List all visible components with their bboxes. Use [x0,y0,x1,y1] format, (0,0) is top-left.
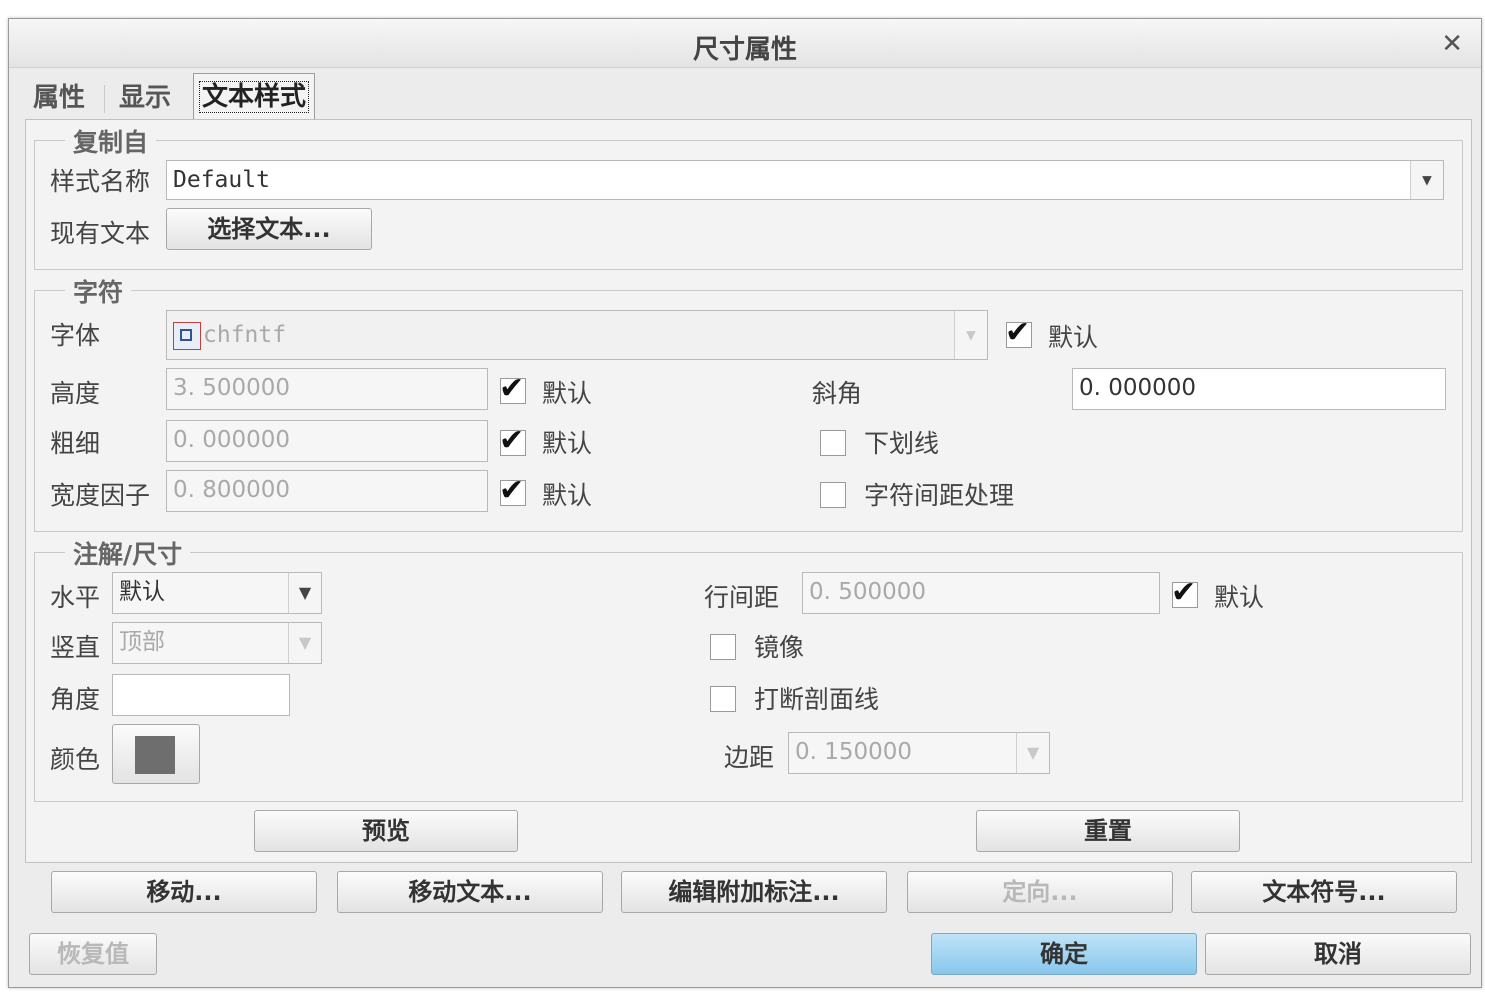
horizontal-value: 默认 [119,579,165,605]
color-button[interactable] [112,724,200,784]
thickness-label: 粗细 [50,429,101,458]
text-symbol-button[interactable]: 文本符号... [1191,871,1457,913]
tab-display[interactable]: 显示 [113,77,177,119]
kerning-checkbox[interactable] [820,482,846,508]
edit-attached-note-button[interactable]: 编辑附加标注... [621,871,887,913]
cancel-button[interactable]: 取消 [1205,933,1471,975]
style-name-label: 样式名称 [50,167,151,196]
font-label: 字体 [50,321,101,350]
chevron-down-icon[interactable]: ▼ [288,623,321,663]
dialog-title: 尺寸属性 [692,35,797,65]
chevron-down-icon[interactable]: ▼ [1016,733,1049,773]
slant-label: 斜角 [812,379,863,408]
ok-button[interactable]: 确定 [931,933,1197,975]
select-text-button[interactable]: 选择文本... [166,208,372,250]
existing-text-label: 现有文本 [50,219,151,248]
font-default-checkbox[interactable]: ✔ [1005,315,1032,350]
checkmark-icon: ✔ [499,423,525,458]
restore-button[interactable]: 恢复值 [29,933,157,975]
width-factor-default-label: 默认 [542,481,593,510]
checkmark-icon: ✔ [499,473,525,508]
title-bar: 尺寸属性 ✕ [9,19,1481,68]
height-label: 高度 [50,379,101,408]
tab-separator [104,85,105,113]
thickness-default-checkbox[interactable]: ✔ [499,423,526,458]
note-dimension-title: 注解/尺寸 [65,535,191,571]
move-text-button[interactable]: 移动文本... [337,871,603,913]
angle-label: 角度 [50,685,101,714]
font-file-icon [173,321,201,350]
preview-button[interactable]: 预览 [254,810,518,852]
chevron-down-icon[interactable]: ▼ [1410,161,1443,199]
tab-properties[interactable]: 属性 [27,77,91,119]
font-select[interactable]: chfntf ▼ [166,310,988,360]
chevron-down-icon[interactable]: ▼ [954,311,987,359]
underline-checkbox[interactable] [820,430,846,456]
tab-text-style[interactable]: 文本样式 [193,73,316,120]
height-input[interactable]: 3. 500000 [166,368,488,410]
horizontal-label: 水平 [50,583,101,612]
line-spacing-label: 行间距 [704,583,780,612]
thickness-input[interactable]: 0. 000000 [166,420,488,462]
height-default-label: 默认 [542,379,593,408]
checkmark-icon: ✔ [499,371,525,406]
kerning-label: 字符间距处理 [864,481,1015,510]
character-title: 字符 [65,273,132,309]
width-factor-input[interactable]: 0. 800000 [166,470,488,512]
underline-label: 下划线 [864,429,940,458]
break-hatch-checkbox[interactable] [710,686,736,712]
mirror-checkbox[interactable] [710,634,736,660]
width-factor-label: 宽度因子 [50,481,151,510]
text-style-panel: 复制自 样式名称 Default ▼ 现有文本 选择文本... 字符 字体 ch… [25,119,1472,863]
width-factor-default-checkbox[interactable]: ✔ [499,473,526,508]
copy-from-title: 复制自 [65,123,157,159]
slant-input[interactable]: 0. 000000 [1072,368,1446,410]
horizontal-select[interactable]: 默认 ▼ [112,572,322,614]
line-spacing-input[interactable]: 0. 500000 [802,572,1160,614]
checkmark-icon: ✔ [1171,575,1197,610]
margin-label: 边距 [724,743,775,772]
angle-input[interactable] [112,674,290,716]
color-label: 颜色 [50,745,101,774]
font-default-label: 默认 [1048,323,1099,352]
move-button[interactable]: 移动... [51,871,317,913]
vertical-select[interactable]: 顶部 ▼ [112,622,322,664]
tab-text-style-label: 文本样式 [198,81,310,113]
margin-select[interactable]: 0. 150000 ▼ [788,732,1050,774]
color-swatch [135,736,175,774]
tab-display-label: 显示 [119,83,172,113]
dimension-properties-dialog: 尺寸属性 ✕ 属性 显示 文本样式 复制自 样式名称 Default ▼ 现有文… [8,18,1482,988]
checkmark-icon: ✔ [1005,315,1031,350]
chevron-down-icon[interactable]: ▼ [288,573,321,613]
tab-properties-label: 属性 [33,83,86,113]
font-value: chfntf [203,322,287,348]
style-name-value: Default [173,167,270,193]
height-default-checkbox[interactable]: ✔ [499,371,526,406]
line-spacing-default-label: 默认 [1214,583,1265,612]
mirror-label: 镜像 [754,633,805,662]
margin-value: 0. 150000 [795,739,913,765]
close-icon[interactable]: ✕ [1441,29,1463,59]
break-hatch-label: 打断剖面线 [754,685,880,714]
line-spacing-default-checkbox[interactable]: ✔ [1171,575,1198,610]
thickness-default-label: 默认 [542,429,593,458]
vertical-value: 顶部 [119,629,165,655]
reset-button[interactable]: 重置 [976,810,1240,852]
orient-button[interactable]: 定向... [907,871,1173,913]
style-name-select[interactable]: Default ▼ [166,160,1444,200]
vertical-label: 竖直 [50,633,101,662]
